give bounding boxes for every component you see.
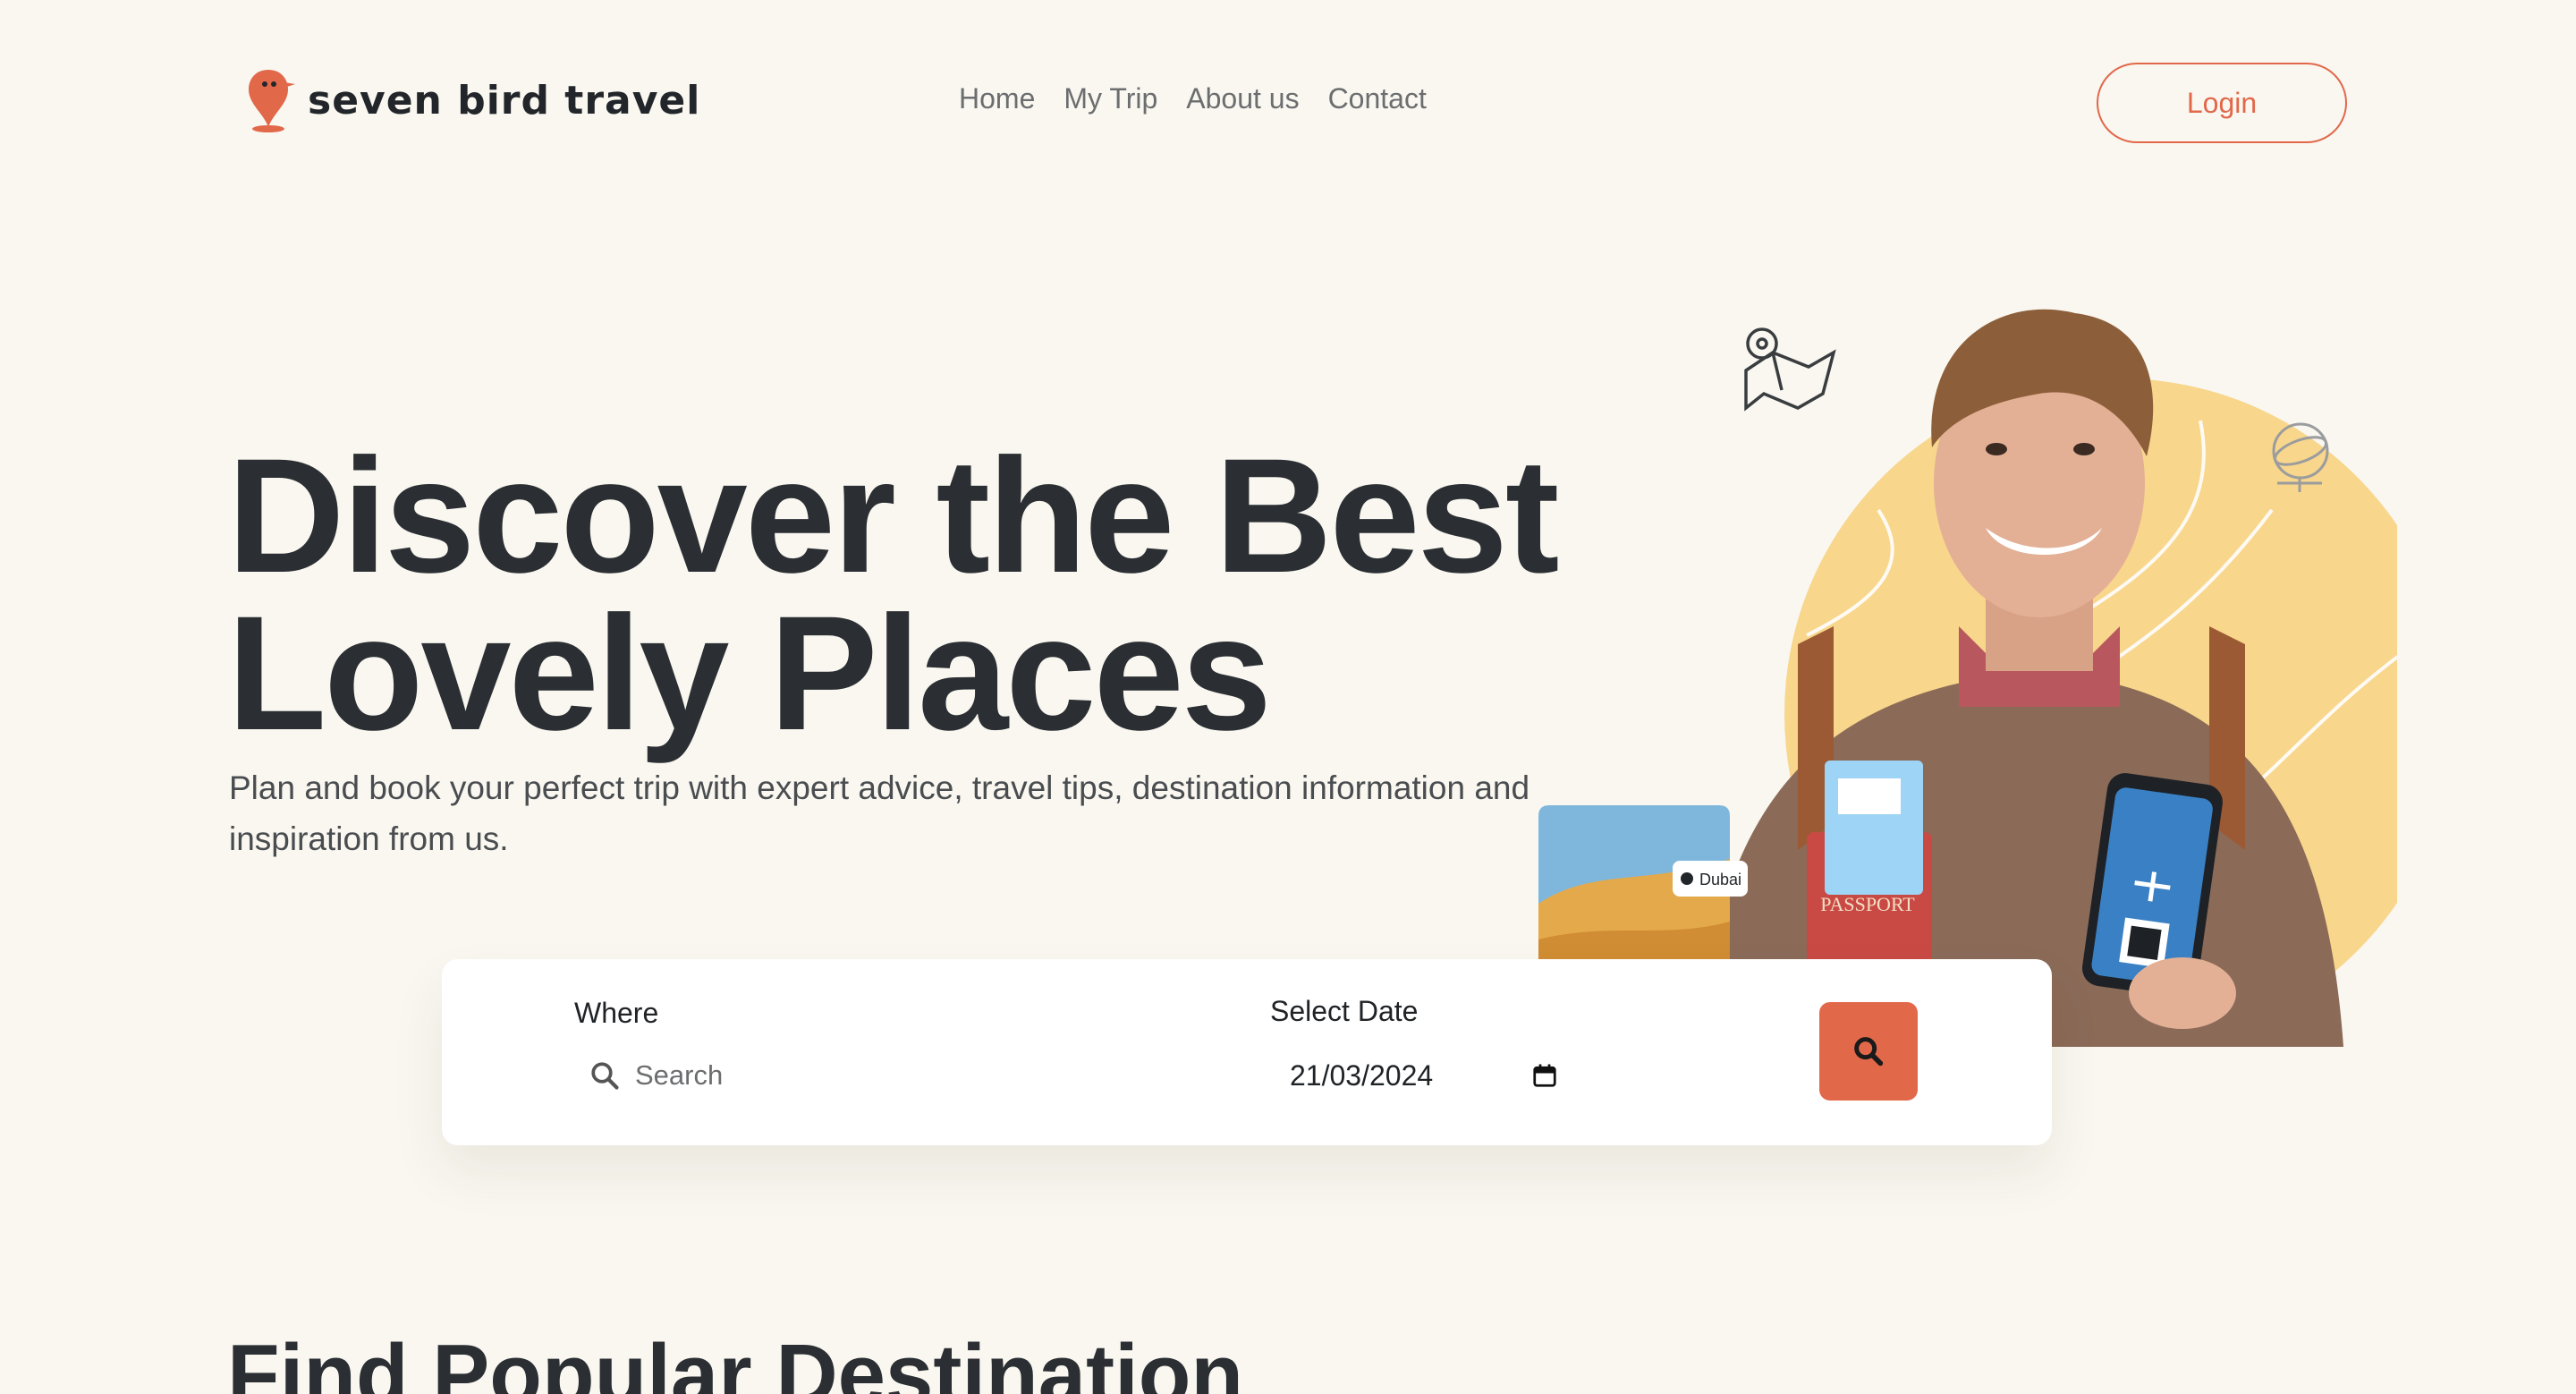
photo-card-location: Dubai — [1699, 871, 1741, 888]
nav-my-trip[interactable]: My Trip — [1063, 82, 1157, 115]
hero-illustration: PASSPORT Dubai — [1538, 309, 2397, 1047]
search-button[interactable] — [1819, 1002, 1918, 1101]
popular-destinations-title: Find Popular Destination — [227, 1327, 1244, 1394]
search-icon — [591, 1062, 619, 1090]
nav-contact[interactable]: Contact — [1328, 82, 1427, 115]
search-input[interactable] — [635, 1059, 1029, 1092]
hero-subtitle: Plan and book your perfect trip with exp… — [229, 769, 1530, 857]
date-label: Select Date — [1270, 995, 1419, 1027]
hero-title-line-2: Lovely Places — [227, 582, 1272, 764]
date-value: 21/03/2024 — [1290, 1058, 1434, 1092]
logo[interactable]: seven bird travel — [245, 66, 700, 134]
brand-name: seven bird travel — [308, 77, 701, 123]
nav-home[interactable]: Home — [959, 82, 1035, 115]
date-field[interactable]: 21/03/2024 — [1290, 1049, 1558, 1102]
where-field[interactable] — [589, 1049, 1054, 1102]
passport-text: PASSPORT — [1820, 893, 1915, 915]
hero-title: Discover the Best Lovely Places — [227, 424, 1569, 764]
bird-pin-icon — [249, 70, 295, 132]
nav-about-us[interactable]: About us — [1186, 82, 1299, 115]
search-icon — [1854, 1037, 1884, 1067]
where-label: Where — [574, 997, 659, 1029]
map-pin-icon — [1744, 327, 1836, 412]
hero-title-line-1: Discover the Best — [227, 424, 1560, 607]
main-nav: Home My Trip About us Contact — [959, 82, 1427, 115]
login-button[interactable]: Login — [2097, 63, 2347, 143]
search-card: Where Select Date 21/03/2024 — [442, 959, 2052, 1145]
calendar-icon[interactable] — [1531, 1062, 1558, 1089]
site-header: seven bird travel Home My Trip About us … — [0, 0, 2576, 206]
